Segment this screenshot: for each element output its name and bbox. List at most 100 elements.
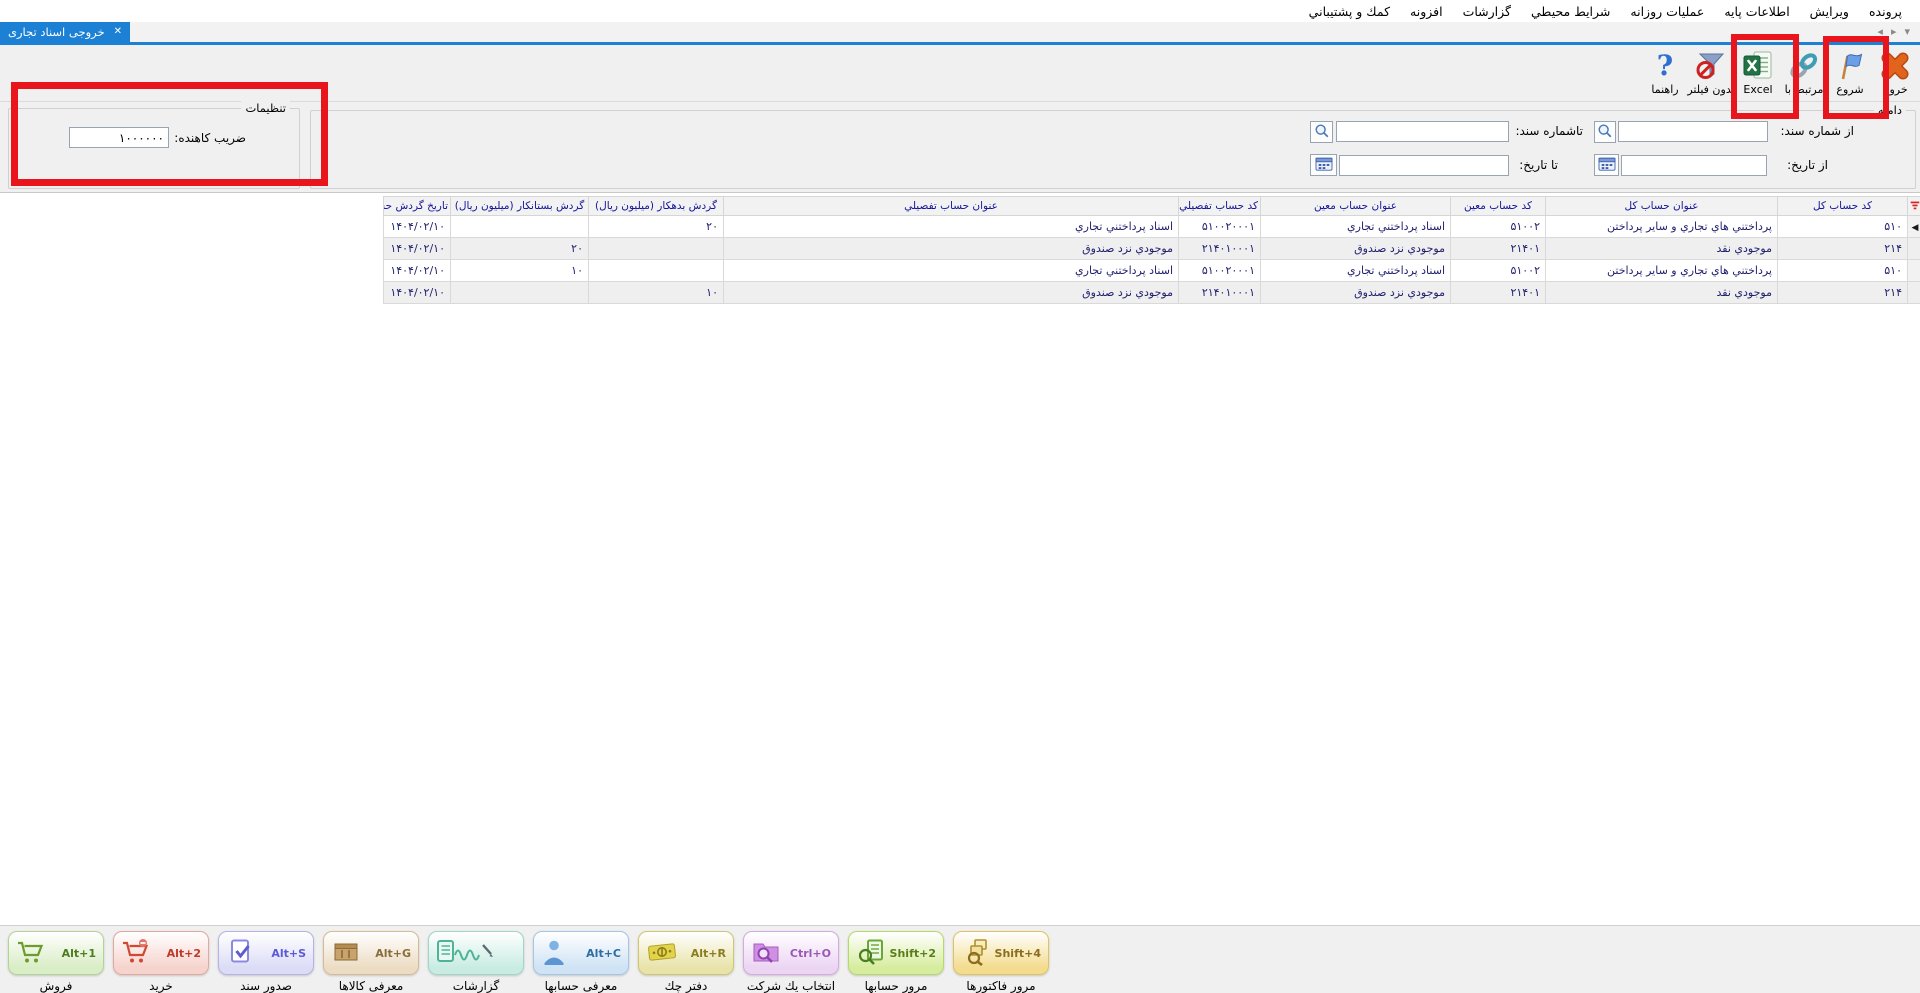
menu-item-reports[interactable]: گزارشات — [1453, 2, 1521, 21]
reports-tile[interactable] — [428, 931, 524, 975]
cell-moein-title[interactable]: موجودي نزد صندوق — [1261, 282, 1451, 304]
cell-credit[interactable] — [451, 216, 589, 238]
cell-tafsili-code[interactable]: ۲۱۴۰۱۰۰۰۱ — [1179, 282, 1261, 304]
issue-voucher-button[interactable]: Alt+S صدور سند — [218, 931, 314, 993]
cell-date[interactable]: ۱۴۰۴/۰۲/۱۰ — [384, 260, 451, 282]
reports-button[interactable]: گزارشات — [428, 931, 524, 993]
cell-date[interactable]: ۱۴۰۴/۰۲/۱۰ — [384, 238, 451, 260]
to-doc-input[interactable] — [1336, 121, 1509, 142]
cell-moein-code[interactable]: ۲۱۴۰۱ — [1451, 238, 1546, 260]
cell-tafsili-title[interactable]: اسناد پرداختني تجاري — [724, 216, 1179, 238]
cell-moein-code[interactable]: ۵۱۰۰۲ — [1451, 216, 1546, 238]
header-debit[interactable]: گردش بدهکار (میلیون ریال) — [589, 197, 724, 216]
from-date-input[interactable] — [1621, 155, 1767, 176]
to-date-input[interactable] — [1339, 155, 1509, 176]
cell-tafsili-code[interactable]: ۵۱۰۰۲۰۰۰۱ — [1179, 260, 1261, 282]
menu-item-environment[interactable]: شرایط محیطي — [1521, 2, 1620, 21]
tab-commercial-docs-export[interactable]: خروجی اسناد تجاری ✕ — [0, 22, 130, 42]
menu-item-daily-operations[interactable]: عملیات روزانه — [1620, 2, 1714, 21]
cell-tafsili-title[interactable]: اسناد پرداختني تجاري — [724, 260, 1179, 282]
cell-kol-title[interactable]: پرداختني هاي تجاري و سایر پرداختن — [1546, 216, 1778, 238]
cell-kol-title[interactable]: موجودي نقد — [1546, 282, 1778, 304]
cell-moein-code[interactable]: ۵۱۰۰۲ — [1451, 260, 1546, 282]
table-row[interactable]: ۲۱۴ موجودي نقد ۲۱۴۰۱ موجودي نزد صندوق ۲۱… — [384, 238, 1920, 260]
menu-item-addons[interactable]: افزونه — [1400, 2, 1453, 21]
related-to-label: مرتبط با — [1785, 83, 1824, 96]
cell-kol-code[interactable]: ۲۱۴ — [1778, 238, 1908, 260]
table-row[interactable]: ۲۱۴ موجودي نقد ۲۱۴۰۱ موجودي نزد صندوق ۲۱… — [384, 282, 1920, 304]
from-doc-search-button[interactable] — [1594, 121, 1616, 143]
cell-credit[interactable]: ۲۰ — [451, 238, 589, 260]
cell-date[interactable]: ۱۴۰۴/۰۲/۱۰ — [384, 216, 451, 238]
header-moein-title[interactable]: عنوان حساب معین — [1261, 197, 1451, 216]
define-goods-button[interactable]: Alt+G معرفی کالاها — [323, 931, 419, 993]
cell-credit[interactable] — [451, 282, 589, 304]
cell-kol-code[interactable]: ۵۱۰ — [1778, 260, 1908, 282]
define-goods-tile[interactable]: Alt+G — [323, 931, 419, 975]
cell-moein-title[interactable]: اسناد پرداختني تجاري — [1261, 260, 1451, 282]
menu-item-base-info[interactable]: اطلاعات پایه — [1714, 2, 1799, 21]
define-accounts-tile[interactable]: Alt+C — [533, 931, 629, 975]
reducer-factor-input[interactable] — [69, 127, 169, 148]
review-invoices-button[interactable]: Shift+4 مرور فاکتورها — [953, 931, 1049, 993]
cell-debit[interactable] — [589, 238, 724, 260]
cell-tafsili-title[interactable]: موجودي نزد صندوق — [724, 282, 1179, 304]
close-icon[interactable]: ✕ — [114, 27, 122, 37]
menu-item-help-support[interactable]: کمك و پشتیباني — [1299, 2, 1400, 21]
issue-voucher-tile[interactable]: Alt+S — [218, 931, 314, 975]
header-tafsili-code[interactable]: کد حساب تفصیلي — [1179, 197, 1261, 216]
header-credit[interactable]: گردش بستانکار (میلیون ریال) — [451, 197, 589, 216]
select-company-tile[interactable]: Ctrl+O — [743, 931, 839, 975]
nav-right-icon[interactable]: ▸ — [1891, 25, 1897, 38]
menu-item-edit[interactable]: ویرایش — [1800, 2, 1859, 21]
filter-indicator-icon[interactable] — [1908, 197, 1920, 216]
review-invoices-tile[interactable]: Shift+4 — [953, 931, 1049, 975]
header-moein-code[interactable]: کد حساب معین — [1451, 197, 1546, 216]
sale-tile[interactable]: Alt+1 — [8, 931, 104, 975]
purchase-tile[interactable]: Alt+2 — [113, 931, 209, 975]
cell-moein-title[interactable]: اسناد پرداختني تجاري — [1261, 216, 1451, 238]
cell-tafsili-code[interactable]: ۵۱۰۰۲۰۰۰۱ — [1179, 216, 1261, 238]
cell-kol-title[interactable]: پرداختني هاي تجاري و سایر پرداختن — [1546, 260, 1778, 282]
cell-debit[interactable] — [589, 260, 724, 282]
sale-button[interactable]: Alt+1 فروش — [8, 931, 104, 993]
exit-button[interactable]: خروج — [1872, 48, 1918, 96]
help-button[interactable]: ? راهنما — [1642, 48, 1688, 96]
from-doc-input[interactable] — [1618, 121, 1768, 142]
cell-moein-title[interactable]: موجودي نزد صندوق — [1261, 238, 1451, 260]
to-date-calendar-button[interactable] — [1310, 154, 1337, 176]
cell-kol-code[interactable]: ۵۱۰ — [1778, 216, 1908, 238]
review-accounts-button[interactable]: Shift+2 مرور حسابها — [848, 931, 944, 993]
table-row[interactable]: ۵۱۰ پرداختني هاي تجاري و سایر پرداختن ۵۱… — [384, 260, 1920, 282]
define-accounts-button[interactable]: Alt+C معرفی حسابها — [533, 931, 629, 993]
excel-export-button[interactable]: Excel — [1735, 48, 1781, 96]
cell-credit[interactable]: ۱۰ — [451, 260, 589, 282]
header-date[interactable]: تاریخ گردش حساب — [384, 197, 451, 216]
no-filter-button[interactable]: بدون فیلتر — [1688, 48, 1734, 96]
cell-debit[interactable]: ۲۰ — [589, 216, 724, 238]
review-accounts-tile[interactable]: Shift+2 — [848, 931, 944, 975]
start-flag-icon — [1833, 48, 1867, 83]
select-company-button[interactable]: Ctrl+O انتخاب یك شرکت — [743, 931, 839, 993]
cell-debit[interactable]: ۱۰ — [589, 282, 724, 304]
header-kol-code[interactable]: کد حساب کل — [1778, 197, 1908, 216]
cell-tafsili-code[interactable]: ۲۱۴۰۱۰۰۰۱ — [1179, 238, 1261, 260]
nav-left-icon[interactable]: ◂ — [1877, 25, 1883, 38]
cell-kol-title[interactable]: موجودي نقد — [1546, 238, 1778, 260]
purchase-button[interactable]: Alt+2 خرید — [113, 931, 209, 993]
start-button[interactable]: شروع — [1827, 48, 1873, 96]
menu-item-file[interactable]: پرونده — [1859, 2, 1912, 21]
nav-down-icon[interactable]: ▾ — [1904, 25, 1910, 38]
checkbook-tile[interactable]: Alt+R — [638, 931, 734, 975]
related-to-button[interactable]: مرتبط با — [1781, 48, 1827, 96]
from-date-calendar-button[interactable] — [1594, 154, 1619, 176]
header-tafsili-title[interactable]: عنوان حساب تفصیلي — [724, 197, 1179, 216]
header-kol-title[interactable]: عنوان حساب کل — [1546, 197, 1778, 216]
to-doc-search-button[interactable] — [1310, 121, 1333, 143]
cell-kol-code[interactable]: ۲۱۴ — [1778, 282, 1908, 304]
checkbook-button[interactable]: Alt+R دفتر چك — [638, 931, 734, 993]
table-row[interactable]: ◀ ۵۱۰ پرداختني هاي تجاري و سایر پرداختن … — [384, 216, 1920, 238]
cell-date[interactable]: ۱۴۰۴/۰۲/۱۰ — [384, 282, 451, 304]
cell-tafsili-title[interactable]: موجودي نزد صندوق — [724, 238, 1179, 260]
cell-moein-code[interactable]: ۲۱۴۰۱ — [1451, 282, 1546, 304]
